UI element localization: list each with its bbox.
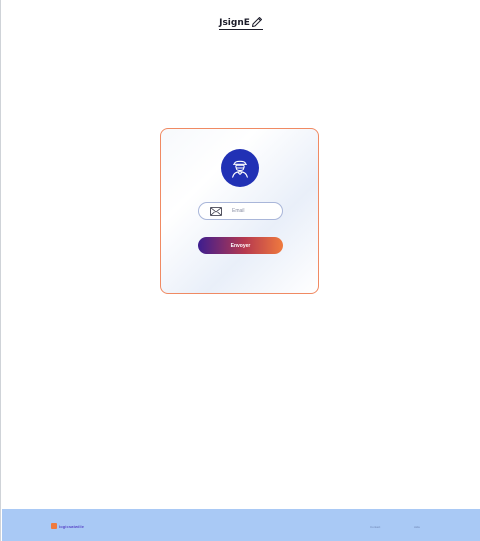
submit-button[interactable]: Envoyer <box>198 237 283 254</box>
footer-logo[interactable]: logicsatwille <box>51 523 84 529</box>
page: JsignE Envoyer <box>0 0 480 541</box>
footer: logicsatwille Contact Aide <box>2 509 480 541</box>
envelope-icon <box>210 206 222 216</box>
user-avatar-icon <box>232 160 248 178</box>
footer-link-help[interactable]: Aide <box>414 525 420 529</box>
user-avatar <box>221 149 259 187</box>
logo-mark-icon <box>51 523 57 529</box>
email-input[interactable] <box>232 208 282 214</box>
pencil-icon <box>251 17 262 27</box>
brand-header: JsignE <box>1 12 480 30</box>
email-field[interactable] <box>198 202 283 220</box>
login-card: Envoyer <box>160 128 319 294</box>
footer-logo-text: logicsatwille <box>59 523 85 529</box>
brand-name: JsignE <box>219 18 250 28</box>
footer-link-contact[interactable]: Contact <box>370 525 380 529</box>
brand-logo[interactable]: JsignE <box>219 16 263 30</box>
